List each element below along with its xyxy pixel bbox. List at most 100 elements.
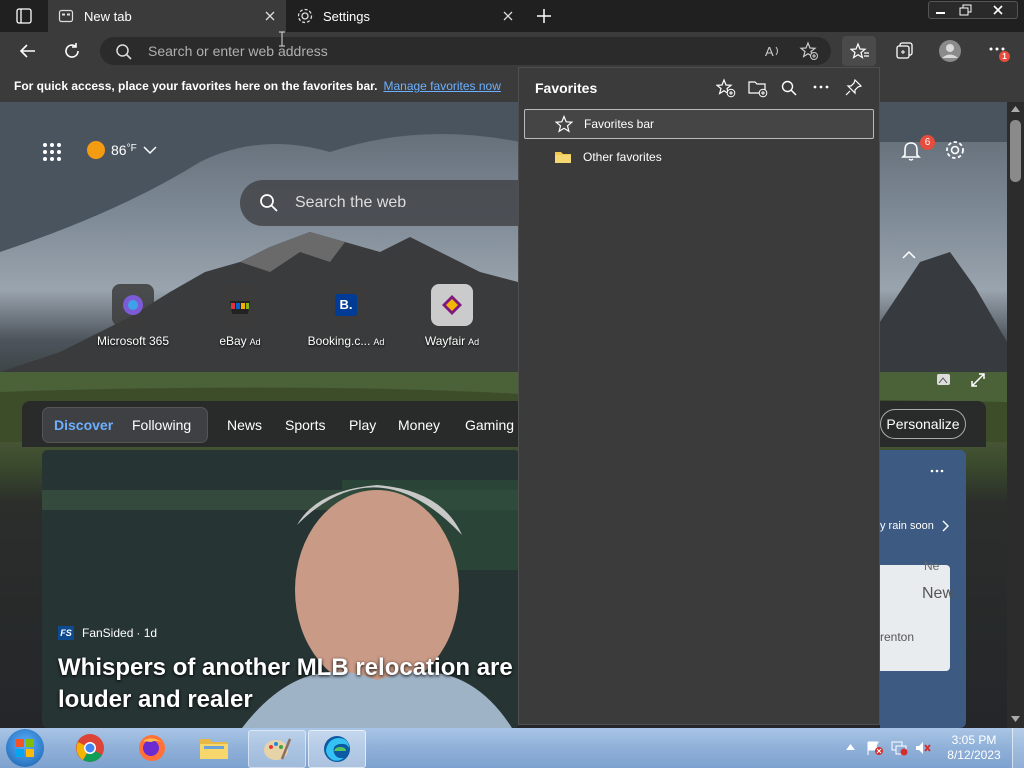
address-input[interactable] bbox=[148, 37, 748, 65]
add-folder-icon[interactable] bbox=[748, 78, 768, 98]
web-search-box[interactable]: Search the web bbox=[240, 180, 540, 226]
favorites-button[interactable] bbox=[842, 36, 876, 66]
ebay-icon bbox=[219, 284, 261, 326]
search-icon bbox=[260, 194, 278, 212]
apps-grid-icon[interactable] bbox=[42, 142, 62, 162]
show-hidden-icons-chevron-icon[interactable] bbox=[846, 744, 855, 750]
more-options-icon[interactable] bbox=[813, 84, 829, 90]
restore-icon[interactable] bbox=[959, 4, 973, 16]
new-tab-plus-icon[interactable] bbox=[535, 7, 553, 25]
scroll-down-arrow-icon[interactable] bbox=[1011, 716, 1020, 722]
tab-gaming[interactable]: Gaming bbox=[465, 417, 514, 433]
more-options-icon[interactable] bbox=[930, 468, 944, 474]
paint-palette-icon bbox=[264, 738, 292, 760]
page-settings-gear-icon[interactable] bbox=[944, 139, 966, 161]
microsoft-365-icon bbox=[112, 284, 154, 326]
tab-actions-icon[interactable] bbox=[16, 8, 32, 24]
tab-following[interactable]: Following bbox=[132, 417, 191, 433]
headline-card[interactable]: FS FanSided · 1d Whispers of another MLB… bbox=[42, 450, 520, 728]
close-tab-icon[interactable] bbox=[262, 8, 278, 24]
weather-widget[interactable]: 86 °F bbox=[86, 140, 157, 160]
volume-muted-icon[interactable] bbox=[914, 740, 932, 756]
weather-forecast-text: y rain soon bbox=[880, 520, 934, 532]
favorites-item-label: Other favorites bbox=[583, 150, 662, 164]
map-label: Ne bbox=[924, 559, 940, 573]
clock-time: 3:05 PM bbox=[951, 733, 997, 747]
quick-link-ebay[interactable]: eBay Ad bbox=[190, 284, 290, 348]
taskbar-edge[interactable] bbox=[308, 730, 366, 768]
wayfair-icon bbox=[431, 284, 473, 326]
edge-icon bbox=[324, 736, 350, 762]
headline-source: FS FanSided · 1d bbox=[58, 626, 157, 640]
search-favorites-icon[interactable] bbox=[781, 80, 797, 96]
weather-temp: 86 bbox=[111, 142, 127, 158]
windows-logo-icon bbox=[16, 739, 34, 757]
taskbar-paint[interactable] bbox=[248, 730, 306, 768]
favorites-bar-folder[interactable]: Favorites bar bbox=[524, 109, 874, 139]
manage-favorites-link[interactable]: Manage favorites now bbox=[383, 79, 500, 93]
back-arrow-icon[interactable] bbox=[18, 41, 38, 61]
headline-title[interactable]: Whispers of another MLB relocation are g… bbox=[58, 652, 520, 716]
close-tab-icon[interactable] bbox=[500, 8, 516, 24]
quick-link-booking[interactable]: B. Booking.c... Ad bbox=[296, 284, 396, 348]
close-window-icon[interactable] bbox=[991, 4, 1005, 16]
chevron-right-icon bbox=[942, 520, 949, 532]
favorites-item-label: Favorites bar bbox=[584, 117, 655, 131]
collections-icon[interactable] bbox=[895, 41, 915, 61]
add-favorite-star-icon[interactable] bbox=[799, 41, 819, 61]
network-icon[interactable] bbox=[890, 740, 908, 756]
chevron-up-icon[interactable] bbox=[902, 250, 916, 260]
page-scrollbar[interactable] bbox=[1007, 102, 1024, 728]
fansided-logo-icon: FS bbox=[58, 626, 74, 640]
notifications-bell-icon[interactable] bbox=[900, 140, 922, 162]
quick-link-wayfair[interactable]: Wayfair Ad bbox=[402, 284, 502, 348]
source-name: FanSided bbox=[82, 626, 134, 640]
tab-settings[interactable]: Settings bbox=[286, 0, 526, 32]
taskbar-chrome[interactable] bbox=[62, 730, 118, 766]
action-center-flag-icon[interactable] bbox=[866, 740, 884, 756]
sun-icon bbox=[87, 141, 105, 159]
tab-label: New tab bbox=[84, 8, 132, 24]
notification-badge: 1 bbox=[999, 51, 1010, 62]
minimize-icon[interactable] bbox=[934, 4, 948, 16]
address-bar[interactable]: A bbox=[100, 37, 831, 65]
folder-icon bbox=[555, 152, 571, 163]
tab-new-tab[interactable]: New tab bbox=[48, 0, 286, 32]
image-info-icon[interactable] bbox=[936, 372, 952, 388]
notifications-count-badge: 6 bbox=[920, 135, 935, 150]
weather-card[interactable]: y rain soon Ne New renton bbox=[880, 450, 966, 728]
other-favorites-folder[interactable]: Other favorites bbox=[524, 142, 874, 172]
folder-icon bbox=[200, 739, 228, 759]
text-cursor-icon bbox=[279, 31, 285, 47]
new-tab-page-icon bbox=[58, 9, 74, 23]
start-button[interactable] bbox=[6, 729, 44, 767]
read-aloud-icon[interactable]: A bbox=[764, 42, 782, 60]
taskbar-firefox[interactable] bbox=[124, 730, 180, 766]
tab-sports[interactable]: Sports bbox=[285, 417, 325, 433]
windows-taskbar: 3:05 PM 8/12/2023 bbox=[0, 728, 1024, 768]
quick-link-microsoft-365[interactable]: Microsoft 365 bbox=[83, 284, 183, 348]
clock-date: 8/12/2023 bbox=[947, 748, 1001, 762]
tab-news[interactable]: News bbox=[227, 417, 262, 433]
quick-link-label: Booking.c... Ad bbox=[307, 334, 385, 348]
tab-discover[interactable]: Discover bbox=[54, 417, 113, 433]
tab-label: Settings bbox=[323, 8, 370, 24]
refresh-icon[interactable] bbox=[62, 41, 82, 61]
pin-icon[interactable] bbox=[845, 78, 863, 96]
scrollbar-thumb[interactable] bbox=[1010, 120, 1021, 182]
tab-play[interactable]: Play bbox=[349, 417, 376, 433]
quick-link-label: Microsoft 365 bbox=[96, 334, 170, 348]
personalize-button[interactable]: Personalize bbox=[880, 409, 966, 439]
taskbar-clock[interactable]: 3:05 PM 8/12/2023 bbox=[944, 733, 1004, 763]
weather-map[interactable]: Ne New renton bbox=[880, 559, 954, 671]
title-bar: New tab Settings bbox=[0, 0, 1024, 32]
gear-icon bbox=[297, 8, 313, 24]
add-this-page-to-favorites-icon[interactable] bbox=[716, 78, 736, 98]
weather-unit: °F bbox=[126, 142, 137, 154]
profile-avatar-icon[interactable] bbox=[938, 39, 962, 63]
taskbar-file-explorer[interactable] bbox=[186, 730, 242, 766]
tab-money[interactable]: Money bbox=[398, 417, 440, 433]
show-desktop-button[interactable] bbox=[1012, 728, 1024, 768]
scroll-up-arrow-icon[interactable] bbox=[1011, 106, 1020, 112]
expand-icon[interactable] bbox=[970, 372, 986, 388]
